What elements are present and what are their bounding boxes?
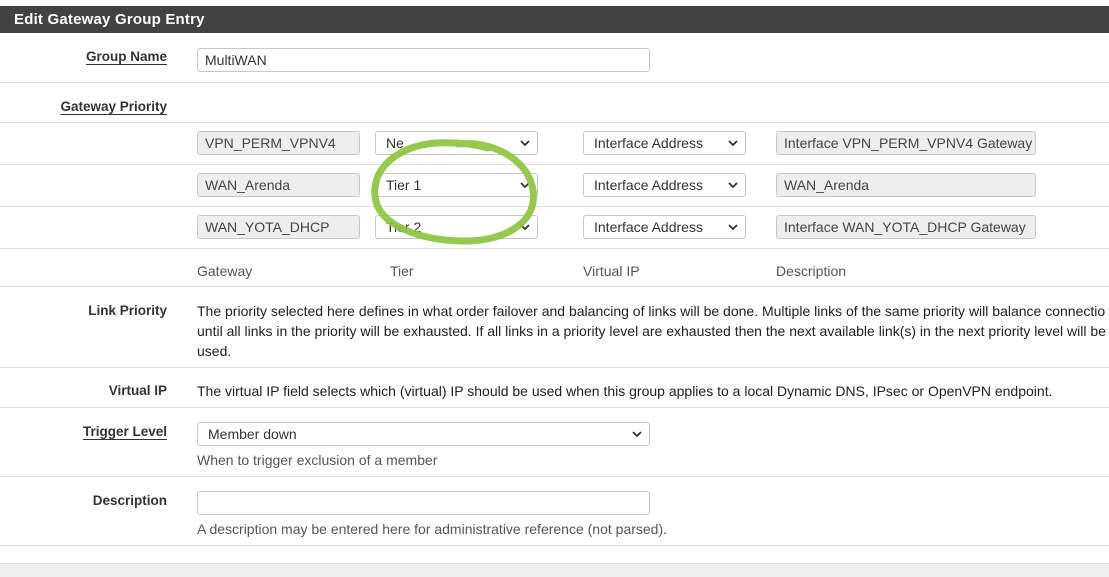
virtual-ip-select[interactable]: Interface Address — [583, 173, 746, 197]
column-header-virtual-ip: Virtual IP — [583, 263, 640, 279]
link-priority-label: Link Priority — [88, 303, 167, 318]
description-label: Description — [92, 493, 167, 508]
virtual-ip-row: Virtual IP The virtual IP field selects … — [0, 367, 1109, 407]
trigger-level-label: Trigger Level — [82, 424, 167, 439]
trigger-level-value: Member down — [208, 426, 297, 442]
gateway-row: WAN_YOTA_DHCP Tier 2 Interface Address I… — [0, 206, 1109, 248]
group-name-row: Group Name MultiWAN — [0, 33, 1109, 83]
chevron-down-icon — [728, 224, 738, 231]
gateway-priority-row: Gateway Priority — [0, 82, 1109, 123]
link-priority-line-2: until all links in the priority will be … — [197, 323, 1106, 339]
chevron-down-icon — [728, 140, 738, 147]
virtual-ip-select-value: Interface Address — [594, 177, 703, 193]
annotation-circle-icon — [371, 139, 537, 245]
trigger-level-select[interactable]: Member down — [197, 422, 650, 446]
gateway-name-field: WAN_YOTA_DHCP — [197, 215, 360, 239]
group-name-input[interactable]: MultiWAN — [197, 48, 650, 72]
column-header-gateway: Gateway — [197, 263, 253, 279]
gateway-priority-label: Gateway Priority — [60, 99, 167, 114]
virtual-ip-select-value: Interface Address — [594, 219, 703, 235]
group-name-label: Group Name — [85, 49, 167, 64]
form-bottom-divider — [0, 545, 1109, 546]
chevron-down-icon — [728, 182, 738, 189]
gateway-description-field: WAN_Arenda — [776, 173, 1036, 197]
link-priority-line-3: used. — [197, 343, 232, 359]
description-row: Description A description may be entered… — [0, 476, 1109, 545]
gateway-description-field: Interface WAN_YOTA_DHCP Gateway — [776, 215, 1036, 239]
trigger-level-help: When to trigger exclusion of a member — [197, 452, 438, 468]
column-header-tier: Tier — [390, 263, 414, 279]
column-header-description: Description — [776, 263, 847, 279]
gateway-description-field: Interface VPN_PERM_VPNV4 Gateway — [776, 131, 1036, 155]
column-headers: Gateway Tier Virtual IP Description — [0, 248, 1109, 286]
link-priority-row: Link Priority The priority selected here… — [0, 286, 1109, 367]
gateway-name-field: WAN_Arenda — [197, 173, 360, 197]
link-priority-line-1: The priority selected here defines in wh… — [197, 303, 1106, 319]
virtual-ip-text: The virtual IP field selects which (virt… — [197, 383, 1053, 399]
gateway-name-field: VPN_PERM_VPNV4 — [197, 131, 360, 155]
virtual-ip-select[interactable]: Interface Address — [583, 215, 746, 239]
panel-footer — [0, 563, 1109, 577]
virtual-ip-select[interactable]: Interface Address — [583, 131, 746, 155]
description-input[interactable] — [197, 491, 650, 515]
gateway-row: VPN_PERM_VPNV4 Ne Interface Address Inte… — [0, 122, 1109, 164]
trigger-level-row: Trigger Level Member down When to trigge… — [0, 407, 1109, 476]
description-help: A description may be entered here for ad… — [197, 521, 668, 537]
chevron-down-icon — [632, 431, 642, 438]
virtual-ip-select-value: Interface Address — [594, 135, 703, 151]
panel-title: Edit Gateway Group Entry — [0, 6, 1109, 33]
gateway-row: WAN_Arenda Tier 1 Interface Address WAN_… — [0, 164, 1109, 206]
virtual-ip-label: Virtual IP — [108, 383, 167, 398]
